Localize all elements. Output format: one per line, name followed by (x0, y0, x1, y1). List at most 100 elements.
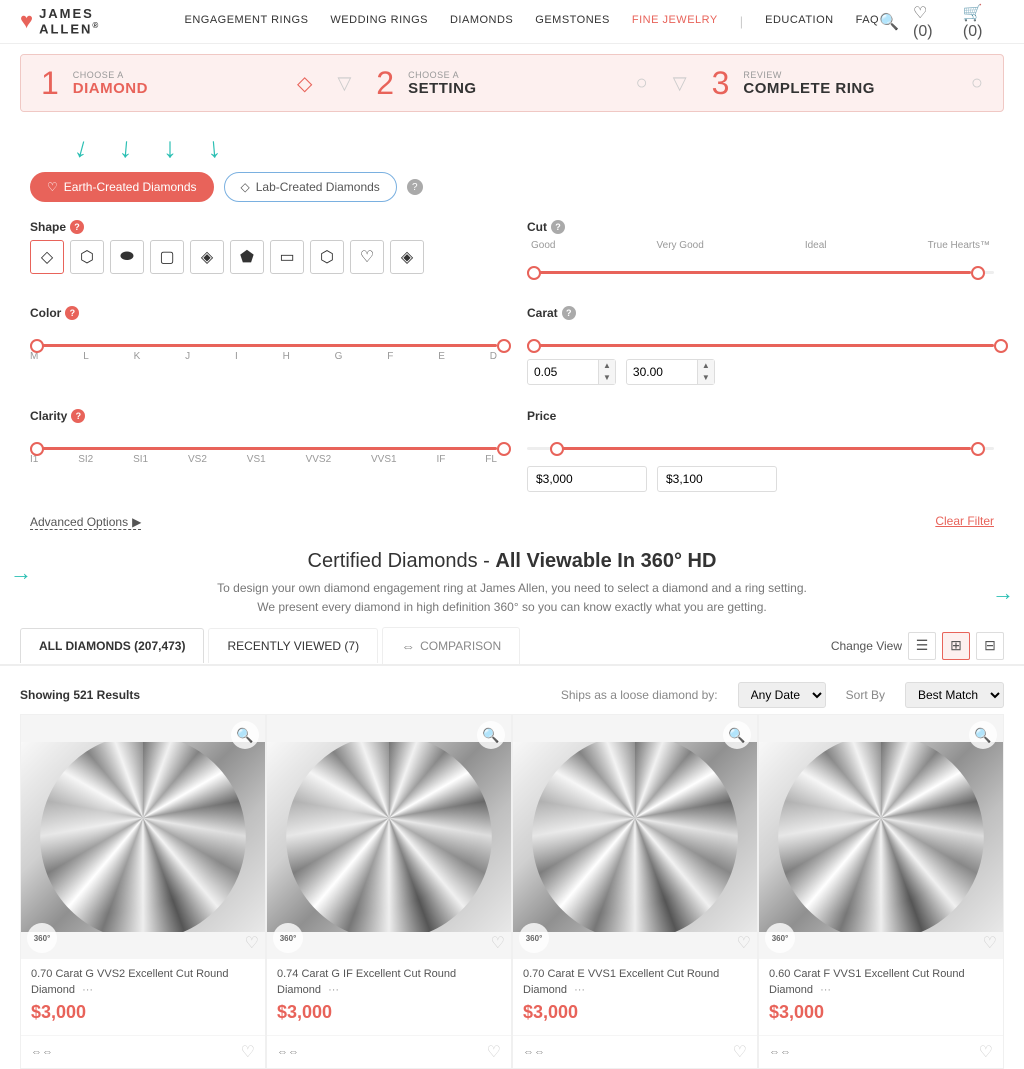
wishlist-btn-4[interactable]: ♡ (979, 1042, 993, 1062)
heart-btn-1[interactable]: ♡ (245, 933, 259, 953)
diamond-price-1: $3,000 (31, 1002, 255, 1023)
shape-round[interactable]: ◇ (30, 240, 64, 274)
shape-emerald[interactable]: ▭ (270, 240, 304, 274)
compare-btn-3[interactable]: ⇔⇔ (523, 1046, 545, 1058)
earth-diamond-btn[interactable]: ♡ Earth-Created Diamonds (30, 172, 214, 202)
search-icon[interactable]: 🔍 (879, 12, 899, 32)
logo-heart-icon: ♥ (20, 8, 33, 34)
diamond-actions-1: ⇔⇔ ♡ (21, 1035, 265, 1068)
diamond-more-4[interactable]: ··· (820, 984, 831, 996)
step-2-ring-icon: ○ (636, 72, 648, 95)
clear-filter-link[interactable]: Clear Filter (935, 514, 994, 528)
shape-radiant[interactable]: ◈ (190, 240, 224, 274)
color-filter: Color ? MLKJI HGFED (30, 306, 497, 385)
shape-help-icon[interactable]: ? (70, 220, 84, 234)
cut-slider[interactable] (527, 253, 994, 282)
heart-btn-3[interactable]: ♡ (737, 933, 751, 953)
step-divider-1: ▽ (332, 55, 356, 111)
nav-link-diamonds[interactable]: DIAMONDS (450, 14, 513, 29)
nav-link-engagement[interactable]: ENGAGEMENT RINGS (184, 14, 308, 29)
compare-btn-1[interactable]: ⇔⇔ (31, 1046, 53, 1058)
price-max-input[interactable] (657, 466, 777, 492)
shape-pear[interactable]: ◈ (390, 240, 424, 274)
step-1-main: DIAMOND (73, 80, 148, 97)
nav-link-wedding[interactable]: WEDDING RINGS (330, 14, 428, 29)
color-slider[interactable]: MLKJI HGFED (30, 326, 497, 366)
wishlist-btn-2[interactable]: ♡ (487, 1042, 501, 1062)
color-help-icon[interactable]: ? (65, 306, 79, 320)
nav-link-fine-jewelry[interactable]: FINE JEWELRY (632, 14, 718, 29)
advanced-options-link[interactable]: Advanced Options ▶ (30, 515, 141, 530)
diamond-img-3: 360° 🔍 ♡ (513, 715, 757, 959)
diamond-price-3: $3,000 (523, 1002, 747, 1023)
compare-btn-2[interactable]: ⇔⇔ (277, 1046, 299, 1058)
carat-min-down[interactable]: ▼ (599, 372, 615, 384)
diamond-more-1[interactable]: ··· (82, 984, 93, 996)
step-2-sub: CHOOSE A (408, 70, 477, 80)
step-2-setting[interactable]: 2 CHOOSE A SETTING ○ (356, 55, 667, 111)
wishlist-btn-3[interactable]: ♡ (733, 1042, 747, 1062)
heart-outline-icon: ♡ (47, 180, 58, 194)
logo[interactable]: ♥ JAMES ALLEN® (20, 6, 154, 36)
badge-360-4: 360° (765, 923, 795, 953)
carat-slider[interactable] (527, 326, 994, 355)
heart-btn-2[interactable]: ♡ (491, 933, 505, 953)
diamond-actions-4: ⇔⇔ ♡ (759, 1035, 1003, 1068)
ships-select[interactable]: Any Date (738, 682, 826, 708)
cart-icon[interactable]: 🛒 (0) (963, 3, 1004, 41)
heart-btn-4[interactable]: ♡ (983, 933, 997, 953)
tab-comparison[interactable]: ⇔ COMPARISON (382, 627, 520, 664)
clarity-filter: Clarity ? I1SI2SI1VS2VS1 VVS2VVS1IFFL (30, 409, 497, 492)
compare-btn-4[interactable]: ⇔⇔ (769, 1046, 791, 1058)
diamond-more-3[interactable]: ··· (574, 984, 585, 996)
results-row: Showing 521 Results Ships as a loose dia… (0, 676, 1024, 714)
wishlist-btn-1[interactable]: ♡ (241, 1042, 255, 1062)
view-grid-btn[interactable]: ⊞ (942, 632, 970, 660)
tab-all-diamonds[interactable]: ALL DIAMONDS (207,473) (20, 628, 204, 663)
cut-filter: Cut ? Good Very Good Ideal True Hearts™ (527, 220, 994, 282)
view-detail-btn[interactable]: ⊟ (976, 632, 1004, 660)
shape-heart[interactable]: ♡ (350, 240, 384, 274)
wishlist-icon[interactable]: ♡ (0) (913, 3, 949, 41)
step-3-number: 3 (712, 67, 730, 99)
carat-max-stepper: ▲ ▼ (697, 360, 714, 384)
carat-max-input[interactable] (627, 361, 697, 383)
diamond-title-3: 0.70 Carat E VVS1 Excellent Cut Round Di… (523, 967, 747, 998)
step-2-main: SETTING (408, 80, 477, 97)
step-1-sub: CHOOSE A (73, 70, 148, 80)
carat-min-up[interactable]: ▲ (599, 360, 615, 372)
nav-link-education[interactable]: EDUCATION (765, 14, 833, 29)
shape-oval[interactable]: ⬬ (110, 240, 144, 274)
lab-diamond-btn[interactable]: ◇ Lab-Created Diamonds (224, 172, 397, 202)
diamond-img-1: 360° 🔍 ♡ (21, 715, 265, 959)
shape-filter: Shape ? ◇ ⬡ ⬬ ▢ ◈ ⬟ ▭ ⬡ ♡ ◈ (30, 220, 497, 282)
shape-princess[interactable]: ▢ (150, 240, 184, 274)
price-slider[interactable] (527, 429, 994, 458)
carat-max-down[interactable]: ▼ (698, 372, 714, 384)
cut-help-icon[interactable]: ? (551, 220, 565, 234)
tab-recently-viewed[interactable]: RECENTLY VIEWED (7) (208, 628, 378, 663)
nav-link-gemstones[interactable]: GEMSTONES (535, 14, 610, 29)
carat-filter: Carat ? ▲ ▼ (527, 306, 994, 385)
price-min-input[interactable] (527, 466, 647, 492)
clarity-help-icon[interactable]: ? (71, 409, 85, 423)
shape-cushion[interactable]: ⬡ (70, 240, 104, 274)
step-3-complete[interactable]: 3 REVIEW COMPLETE RING ○ (692, 55, 1003, 111)
shape-marquise[interactable]: ⬡ (310, 240, 344, 274)
carat-max-input-wrap: ▲ ▼ (626, 359, 715, 385)
clarity-slider[interactable]: I1SI2SI1VS2VS1 VVS2VVS1IFFL (30, 429, 497, 469)
diamond-type-help-icon[interactable]: ? (407, 179, 423, 195)
diamond-more-2[interactable]: ··· (328, 984, 339, 996)
diamond-type-row: ♡ Earth-Created Diamonds ◇ Lab-Created D… (30, 172, 994, 202)
view-list-btn[interactable]: ☰ (908, 632, 936, 660)
carat-max-up[interactable]: ▲ (698, 360, 714, 372)
carat-help-icon[interactable]: ? (562, 306, 576, 320)
step-1-diamond[interactable]: 1 CHOOSE A DIAMOND ◇ (21, 55, 332, 111)
nav-link-faq[interactable]: FAQ (856, 14, 880, 29)
shape-asscher[interactable]: ⬟ (230, 240, 264, 274)
sort-select[interactable]: Best Match (905, 682, 1004, 708)
comparison-icon: ⇔ (401, 638, 415, 654)
diamond-title-2: 0.74 Carat G IF Excellent Cut Round Diam… (277, 967, 501, 998)
clarity-label: Clarity ? (30, 409, 497, 423)
carat-min-input[interactable] (528, 361, 598, 383)
